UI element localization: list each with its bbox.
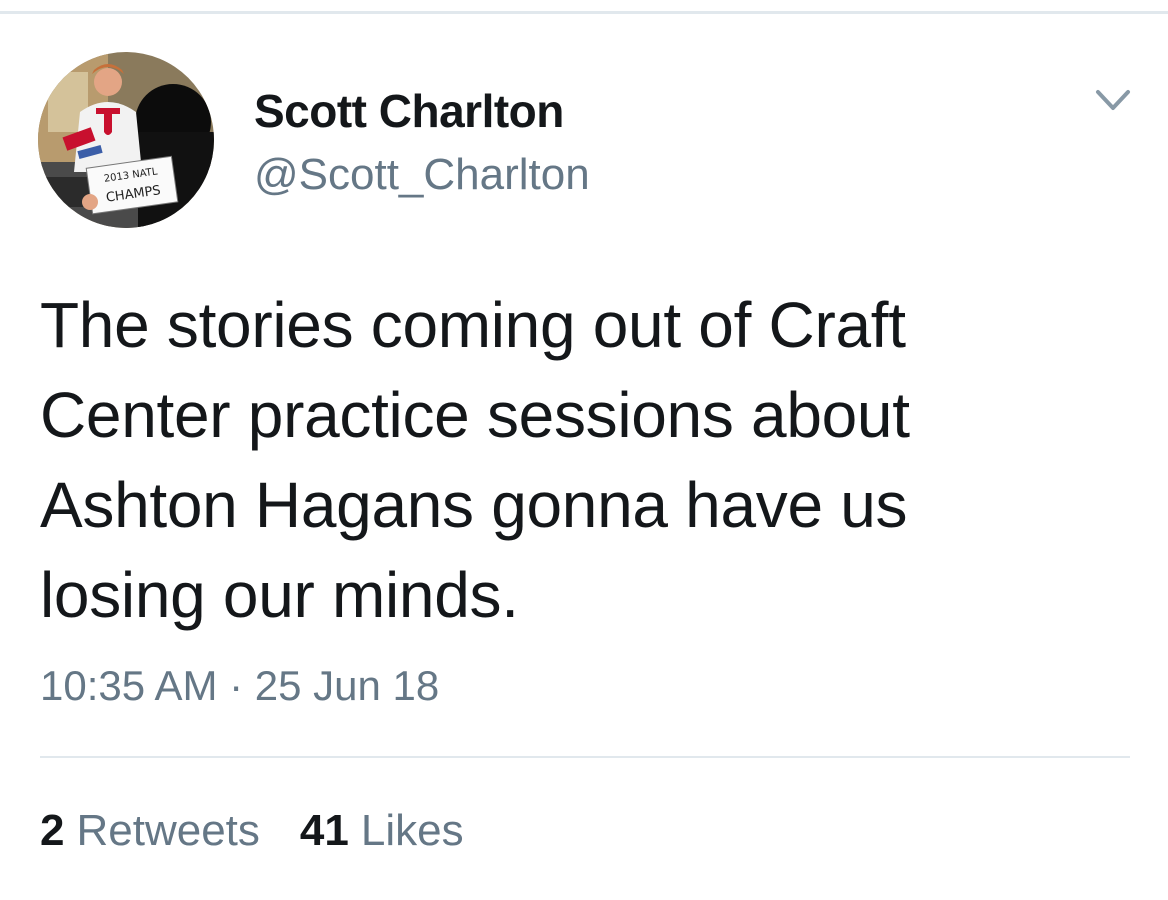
tweet-text-line: Ashton Hagans gonna have us [40, 469, 908, 541]
display-name[interactable]: Scott Charlton [254, 84, 564, 138]
user-handle[interactable]: @Scott_Charlton [254, 150, 590, 200]
likes-stat[interactable]: 41 Likes [300, 806, 464, 856]
divider [40, 756, 1130, 758]
chevron-down-icon[interactable] [1090, 84, 1136, 118]
tweet-text: The stories coming out of Craft Center p… [40, 280, 1100, 640]
tweet-stats: 2 Retweets 41 Likes [40, 806, 464, 856]
retweets-label: Retweets [76, 806, 260, 855]
tweet-text-line: Center practice sessions about [40, 379, 910, 451]
retweets-count: 2 [40, 806, 65, 855]
tweet-timestamp[interactable]: 10:35 AM · 25 Jun 18 [40, 662, 439, 710]
top-border [0, 0, 1168, 14]
avatar[interactable]: 2013 NATL CHAMPS [38, 52, 214, 228]
tweet-text-line: The stories coming out of Craft [40, 289, 906, 361]
retweets-stat[interactable]: 2 Retweets [40, 806, 260, 856]
likes-count: 41 [299, 806, 349, 855]
tweet-text-line: losing our minds. [40, 559, 519, 631]
avatar-image: 2013 NATL CHAMPS [38, 52, 214, 228]
likes-label: Likes [360, 806, 464, 855]
